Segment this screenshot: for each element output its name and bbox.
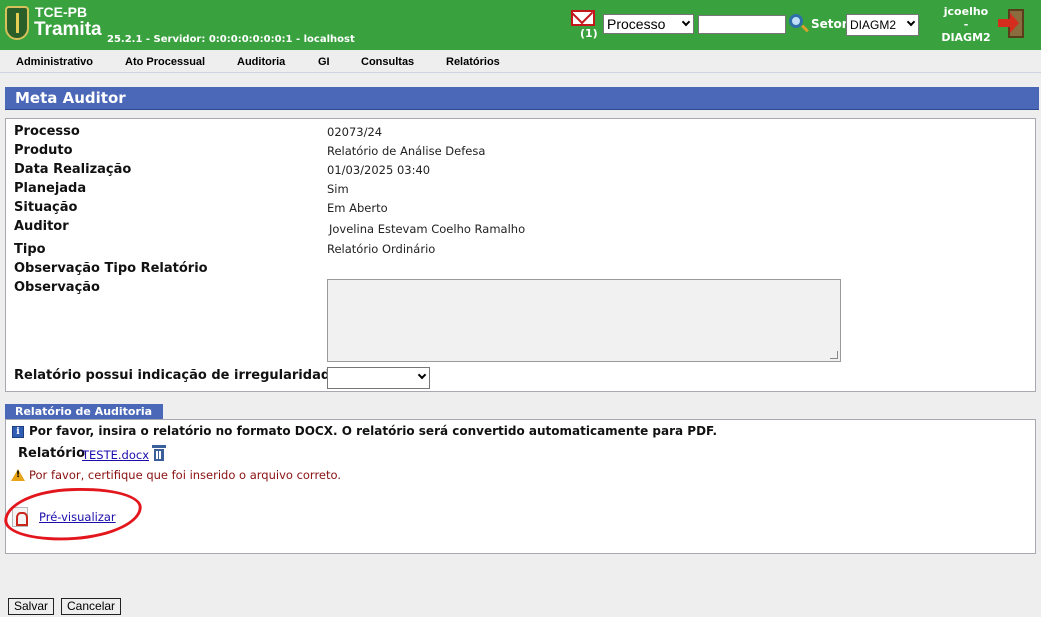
menu-item-administrativo[interactable]: Administrativo: [16, 56, 93, 68]
warning-message: Por favor, certifique que foi inserido o…: [29, 468, 342, 482]
search-type-select[interactable]: Processo: [603, 14, 694, 34]
chevron-down-icon: [681, 17, 691, 27]
setor-select[interactable]: DIAGM2: [846, 14, 919, 36]
user-setor: DIAGM2: [941, 31, 991, 44]
top-header: TCE-PB Tramita 25.2.1 - Servidor: 0:0:0:…: [0, 0, 1041, 50]
field-label-produto: Produto: [14, 143, 73, 158]
observacao-textarea[interactable]: [327, 279, 841, 362]
field-value-planejada: Sim: [327, 182, 349, 196]
field-value-situacao: Em Aberto: [327, 201, 388, 215]
server-version: 25.2.1 - Servidor: 0:0:0:0:0:0:0:1 - loc…: [107, 34, 355, 45]
logout-icon[interactable]: [998, 9, 1026, 39]
menu-item-relatorios[interactable]: Relatórios: [446, 56, 500, 68]
field-label-tipo: Tipo: [14, 242, 46, 257]
irregularity-label: Relatório possui indicação de irregulari…: [14, 368, 347, 383]
main-menu: Administrativo Ato Processual Auditoria …: [0, 50, 1041, 73]
cancel-button[interactable]: Cancelar: [61, 598, 122, 615]
search-icon[interactable]: [789, 14, 803, 28]
arrow-shape: [998, 13, 1019, 33]
menu-item-gi[interactable]: GI: [318, 56, 330, 68]
field-label-processo: Processo: [14, 124, 80, 139]
user-name: jcoelho: [943, 5, 989, 18]
field-label-observacao: Observação: [14, 280, 100, 295]
chevron-down-icon: [906, 17, 916, 27]
setor-label: Setor: [811, 17, 848, 31]
tab-relatorio-auditoria[interactable]: Relatório de Auditoria: [5, 404, 163, 419]
search-input[interactable]: [698, 15, 786, 34]
report-file-link[interactable]: TESTE.docx: [82, 448, 149, 462]
trash-lid: [152, 445, 166, 448]
field-label-data-realizacao: Data Realização: [14, 162, 132, 177]
field-value-tipo: Relatório Ordinário: [327, 242, 436, 256]
field-value-data-realizacao: 01/03/2025 03:40: [327, 163, 431, 177]
report-panel: i Por favor, insira o relatório no forma…: [5, 419, 1036, 554]
menu-item-auditoria[interactable]: Auditoria: [237, 56, 285, 68]
field-label-auditor: Auditor: [14, 219, 69, 234]
warning-icon: [11, 469, 25, 481]
app-name: Tramita: [34, 19, 102, 40]
save-button[interactable]: Salvar: [8, 598, 55, 615]
trash-can: [154, 449, 164, 461]
chevron-down-icon: [417, 370, 427, 380]
page-title: Meta Auditor: [5, 87, 1039, 110]
trash-icon[interactable]: [152, 445, 166, 461]
menu-item-ato-processual[interactable]: Ato Processual: [125, 56, 205, 68]
menu-item-consultas[interactable]: Consultas: [361, 56, 414, 68]
mail-count-badge[interactable]: (1): [580, 27, 598, 40]
setor-value: DIAGM2: [850, 18, 897, 32]
info-message: Por favor, insira o relatório no formato…: [29, 424, 718, 438]
mail-icon[interactable]: [571, 10, 595, 26]
user-separator: -: [963, 18, 969, 31]
tce-logo-icon: [5, 6, 29, 40]
search-type-value: Processo: [607, 16, 666, 32]
field-value-produto: Relatório de Análise Defesa: [327, 144, 486, 158]
irregularity-select[interactable]: [327, 367, 430, 389]
org-name: TCE-PB: [35, 4, 88, 20]
field-label-observacao-tipo: Observação Tipo Relatório: [14, 261, 208, 276]
details-panel: Processo 02073/24 Produto Relatório de A…: [5, 118, 1036, 392]
field-label-situacao: Situação: [14, 200, 78, 215]
info-icon: i: [12, 426, 24, 438]
field-value-processo: 02073/24: [327, 125, 383, 139]
report-file-label: Relatório: [18, 446, 85, 461]
field-label-planejada: Planejada: [14, 181, 87, 196]
field-value-auditor: Jovelina Estevam Coelho Ramalho: [329, 222, 526, 236]
